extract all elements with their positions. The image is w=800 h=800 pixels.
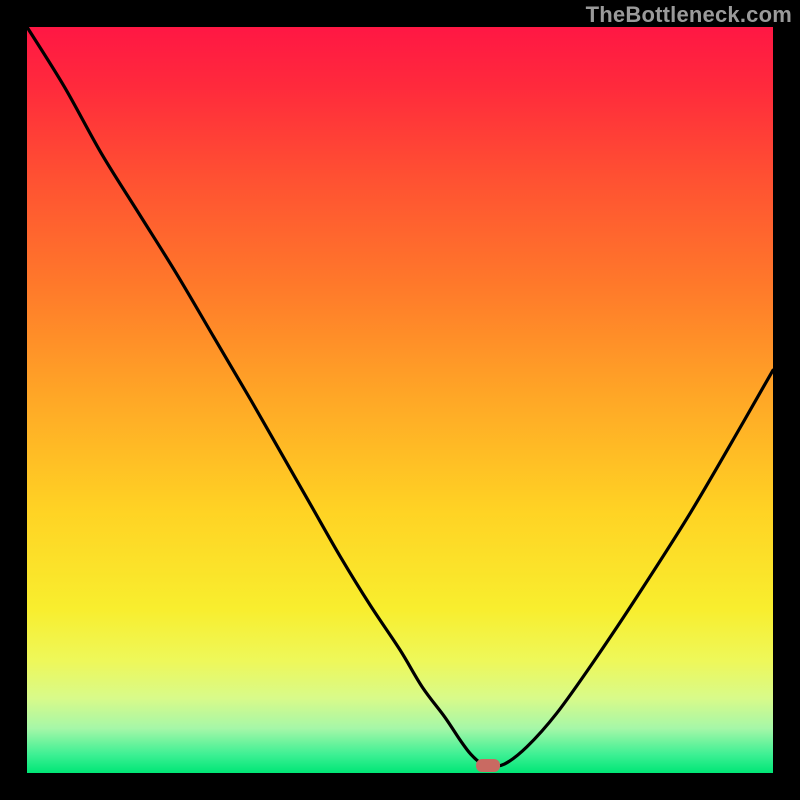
plot-background (27, 27, 773, 773)
watermark-label: TheBottleneck.com (586, 2, 792, 28)
chart-frame: TheBottleneck.com (0, 0, 800, 800)
bottleneck-chart (0, 0, 800, 800)
optimum-marker (476, 759, 500, 772)
